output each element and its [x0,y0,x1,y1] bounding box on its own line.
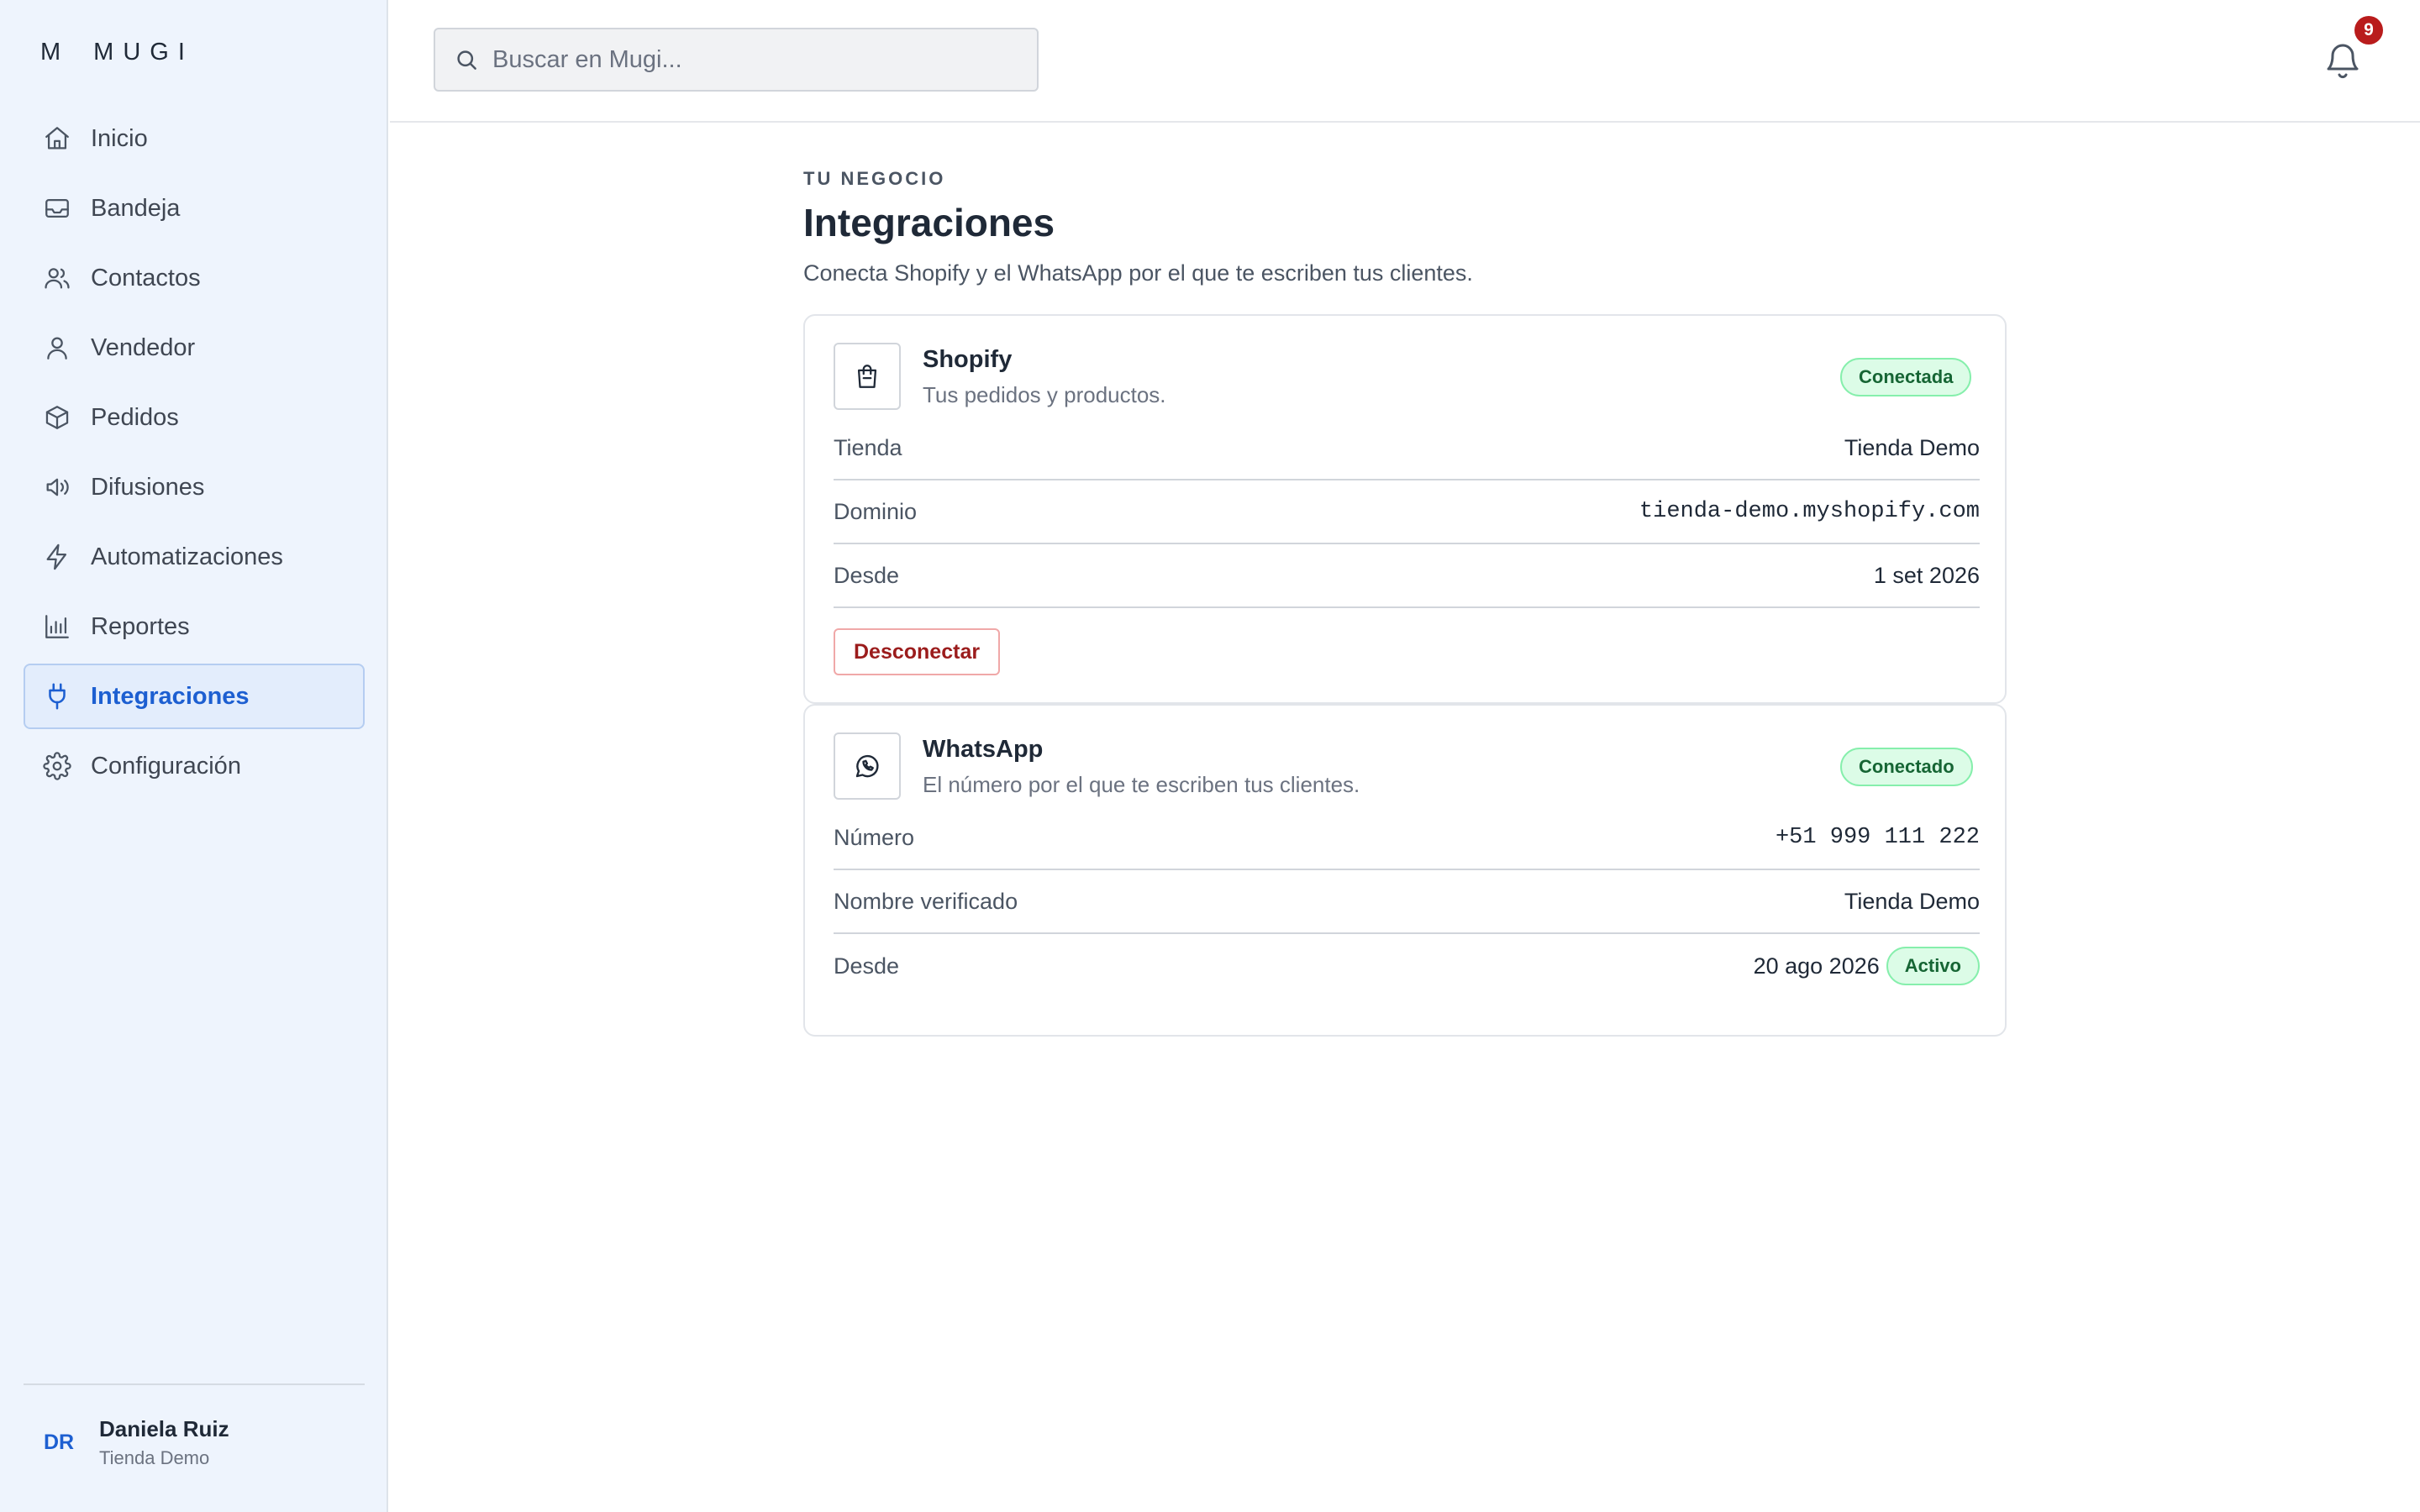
users-icon [42,263,72,293]
sidebar-item-label: Inicio [91,124,148,152]
row-value: tienda-demo.myshopify.com [1639,499,1980,524]
sidebar-item-automatizaciones[interactable]: Automatizaciones [24,524,365,590]
brand-logo[interactable]: M MUGI [40,39,194,66]
sidebar-item-label: Reportes [91,612,190,640]
shopify-row-dominio: Dominio tienda-demo.myshopify.com [834,480,1980,544]
sidebar-item-vendedor[interactable]: Vendedor [24,315,365,381]
inbox-icon [42,193,72,223]
notification-count-badge: 9 [2354,16,2383,45]
row-value: +51 999 111 222 [1775,825,1980,850]
row-key: Dominio [834,498,918,524]
whatsapp-row-nombre: Nombre verificado Tienda Demo [834,870,1980,934]
sidebar-item-label: Integraciones [91,682,250,710]
home-icon [42,123,72,154]
sidebar-item-contactos[interactable]: Contactos [24,245,365,311]
sidebar-item-reportes[interactable]: Reportes [24,594,365,659]
row-value: Tienda Demo [1844,434,1980,460]
shopify-row-desde: Desde 1 set 2026 [834,544,1980,608]
sidebar-item-label: Difusiones [91,473,205,501]
logo-name: MUGI [93,39,194,66]
bell-icon[interactable] [2323,39,2363,82]
user-name: Daniela Ruiz [99,1416,229,1441]
user-profile[interactable]: DR Daniela Ruiz Tienda Demo [44,1416,229,1469]
search-input[interactable] [492,45,997,74]
page-title: Integraciones [803,201,1055,244]
sidebar-divider [24,1383,365,1385]
sidebar-item-integraciones[interactable]: Integraciones [24,664,365,729]
shopify-subtitle: Tus pedidos y productos. [923,382,1166,407]
whatsapp-subtitle: El número por el que te escriben tus cli… [923,772,1360,797]
whatsapp-row-desde: Desde 20 ago 2026 Activo [834,934,1980,998]
sidebar-item-pedidos[interactable]: Pedidos [24,385,365,450]
package-icon [42,402,72,433]
search-icon [454,47,479,72]
disconnect-button[interactable]: Desconectar [834,628,1001,675]
avatar: DR [44,1431,75,1454]
shopify-card-header: Shopify Tus pedidos y productos. [834,343,1166,410]
row-key: Número [834,824,915,850]
page-description: Conecta Shopify y el WhatsApp por el que… [803,260,1473,286]
page-eyebrow: TU NEGOCIO [803,168,946,189]
sidebar-item-bandeja[interactable]: Bandeja [24,176,365,241]
row-key: Desde [834,562,900,588]
row-value: 20 ago 2026 [1753,953,1880,979]
shopify-card: Shopify Tus pedidos y productos. Conecta… [803,314,2007,704]
row-key: Desde [834,953,900,979]
shopify-row-tienda: Tienda Tienda Demo [834,417,1980,480]
user-shop: Tienda Demo [99,1447,210,1468]
sidebar-item-label: Bandeja [91,194,181,222]
bar-chart-icon [42,612,72,642]
main-content: TU NEGOCIO Integraciones Conecta Shopify… [803,168,2007,1037]
whatsapp-icon [834,732,901,800]
gear-icon [42,751,72,781]
row-value-group: 20 ago 2026 Activo [1754,947,1980,985]
sidebar-item-label: Contactos [91,264,201,291]
sidebar-nav: Inicio Bandeja Contactos Vendedor Pedido… [24,106,365,803]
lightning-icon [42,542,72,572]
sidebar-item-label: Vendedor [91,333,196,361]
row-value: Tienda Demo [1844,888,1980,914]
whatsapp-card: WhatsApp El número por el que te escribe… [803,704,2007,1037]
search-box[interactable] [434,28,1039,92]
row-key: Nombre verificado [834,888,1018,914]
sidebar-item-difusiones[interactable]: Difusiones [24,454,365,520]
sidebar-item-inicio[interactable]: Inicio [24,106,365,171]
status-badge: Conectada [1840,358,1972,396]
sidebar-item-configuracion[interactable]: Configuración [24,733,365,799]
shopify-title: Shopify [923,346,1013,373]
top-header: 9 [390,0,2420,123]
megaphone-icon [42,472,72,502]
row-value: 1 set 2026 [1873,562,1980,588]
status-badge: Conectado [1840,748,1973,786]
whatsapp-card-header: WhatsApp El número por el que te escribe… [834,732,1360,800]
sidebar-item-label: Pedidos [91,403,179,431]
plug-icon [42,681,72,711]
sidebar-item-label: Automatizaciones [91,543,283,570]
sidebar: M MUGI Inicio Bandeja Contactos Vendedor… [0,0,388,1512]
shopping-bag-icon [834,343,901,410]
row-key: Tienda [834,434,902,460]
whatsapp-title: WhatsApp [923,736,1044,763]
sidebar-item-label: Configuración [91,752,241,780]
logo-letter: M [40,39,71,66]
user-icon [42,333,72,363]
active-badge: Activo [1886,947,1980,985]
whatsapp-row-numero: Número +51 999 111 222 [834,806,1980,870]
